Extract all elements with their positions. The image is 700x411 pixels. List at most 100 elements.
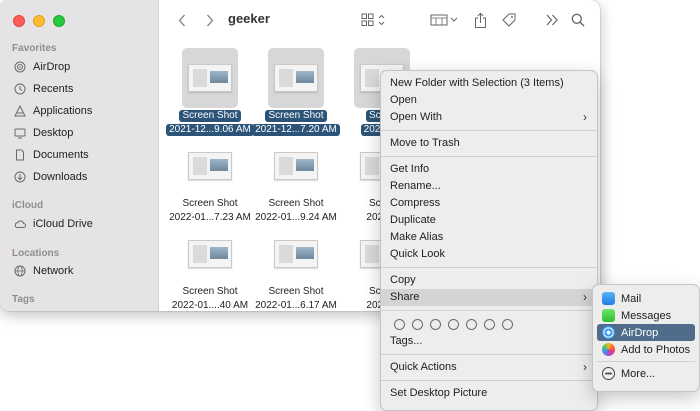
share-item-more[interactable]: More... bbox=[597, 365, 695, 382]
menu-item-duplicate[interactable]: Duplicate bbox=[381, 212, 597, 229]
file-thumbnail bbox=[182, 136, 238, 196]
menu-item-new-folder-with-selection[interactable]: New Folder with Selection (3 Items) bbox=[381, 75, 597, 92]
chevron-right-icon: › bbox=[583, 110, 587, 124]
clock-icon bbox=[14, 83, 26, 95]
file-item[interactable]: Screen Shot 2021-12...7.20 AM bbox=[251, 48, 341, 136]
sidebar-item-label: Applications bbox=[33, 105, 93, 117]
share-toolbar-button[interactable] bbox=[472, 9, 488, 31]
chevron-right-icon bbox=[206, 14, 214, 26]
mail-icon bbox=[602, 292, 615, 305]
sidebar-item-network[interactable]: Network bbox=[14, 261, 73, 281]
sidebar-item-desktop[interactable]: Desktop bbox=[14, 123, 73, 143]
sidebar-item-applications[interactable]: Applications bbox=[14, 101, 92, 121]
menu-item-share[interactable]: Share › bbox=[381, 289, 597, 306]
share-item-messages[interactable]: Messages bbox=[597, 307, 695, 324]
file-item[interactable]: Screen Shot 2022-01...7.23 AM bbox=[165, 136, 255, 224]
share-item-label: Add to Photos bbox=[621, 343, 691, 356]
tag-color-circle-icon[interactable] bbox=[412, 318, 423, 330]
menu-item-open-with[interactable]: Open With › bbox=[381, 109, 597, 126]
file-thumbnail bbox=[268, 224, 324, 284]
menu-item-rename[interactable]: Rename... bbox=[381, 178, 597, 195]
airdrop-icon bbox=[602, 326, 615, 339]
file-thumbnail bbox=[268, 48, 324, 108]
sidebar-item-label: Desktop bbox=[33, 127, 74, 139]
more-toolbar-button[interactable] bbox=[544, 9, 560, 31]
menu-item-move-to-trash[interactable]: Move to Trash bbox=[381, 135, 597, 152]
sidebar-item-label: Recents bbox=[33, 83, 74, 95]
tag-color-circle-icon[interactable] bbox=[466, 318, 477, 330]
tag-color-circle-icon[interactable] bbox=[484, 318, 495, 330]
search-button[interactable] bbox=[570, 9, 586, 31]
zoom-button[interactable] bbox=[53, 15, 65, 27]
sidebar-section-icloud: iCloud bbox=[12, 200, 44, 211]
file-name-line1: Screen Shot bbox=[268, 286, 324, 297]
chevron-left-icon bbox=[178, 14, 186, 26]
menu-item-compress[interactable]: Compress bbox=[381, 195, 597, 212]
context-menu: New Folder with Selection (3 Items) Open… bbox=[380, 70, 598, 411]
file-item[interactable]: Screen Shot 2022-01....40 AM bbox=[165, 224, 255, 311]
sidebar: Favorites AirDrop Recents Applications D… bbox=[0, 0, 159, 311]
menu-item-get-info[interactable]: Get Info bbox=[381, 161, 597, 178]
file-name-line1: Screen Shot bbox=[268, 198, 324, 209]
icon-grid-icon bbox=[361, 13, 385, 26]
search-icon bbox=[571, 13, 585, 27]
minimize-button[interactable] bbox=[33, 15, 45, 27]
share-item-label: Messages bbox=[621, 309, 672, 322]
menu-separator bbox=[381, 156, 597, 157]
sidebar-item-documents[interactable]: Documents bbox=[14, 145, 89, 165]
share-item-add-to-photos[interactable]: Add to Photos bbox=[597, 341, 695, 358]
menu-separator bbox=[381, 310, 597, 311]
menu-item-label: Quick Actions bbox=[390, 361, 457, 373]
back-button[interactable] bbox=[174, 9, 190, 31]
sidebar-section-tags: Tags bbox=[12, 294, 35, 305]
sidebar-item-downloads[interactable]: Downloads bbox=[14, 167, 87, 187]
forward-button[interactable] bbox=[202, 9, 218, 31]
file-thumbnail bbox=[268, 136, 324, 196]
group-button[interactable] bbox=[430, 9, 460, 31]
menu-item-label: Open With bbox=[390, 111, 442, 123]
file-name-line2: 2022-01...9.24 AM bbox=[255, 212, 337, 223]
share-item-mail[interactable]: Mail bbox=[597, 290, 695, 307]
file-item[interactable]: Screen Shot 2022-01...6.17 AM bbox=[251, 224, 341, 311]
share-item-label: AirDrop bbox=[621, 326, 659, 339]
file-name-line1: Screen Shot bbox=[182, 198, 238, 209]
file-name-line2: 2021-12...7.20 AM bbox=[252, 124, 340, 136]
group-icon bbox=[430, 14, 458, 26]
tag-color-circle-icon[interactable] bbox=[448, 318, 459, 330]
menu-item-set-desktop-picture[interactable]: Set Desktop Picture bbox=[381, 385, 597, 402]
menu-item-quick-look[interactable]: Quick Look bbox=[381, 246, 597, 263]
file-item[interactable]: Screen Shot 2022-01...9.24 AM bbox=[251, 136, 341, 224]
share-item-label: Mail bbox=[621, 292, 642, 305]
sidebar-item-label: iCloud Drive bbox=[33, 218, 93, 230]
window-title: geeker bbox=[228, 11, 270, 26]
tag-color-circle-icon[interactable] bbox=[394, 318, 405, 330]
share-item-airdrop[interactable]: AirDrop bbox=[597, 324, 695, 341]
file-name-line2: 2022-01....40 AM bbox=[171, 300, 249, 311]
download-icon bbox=[14, 171, 26, 183]
share-item-label: More... bbox=[621, 367, 656, 380]
view-mode-button[interactable] bbox=[360, 9, 388, 31]
sidebar-section-favorites: Favorites bbox=[12, 43, 57, 54]
menu-item-open[interactable]: Open bbox=[381, 92, 597, 109]
tag-color-circle-icon[interactable] bbox=[430, 318, 441, 330]
menu-item-make-alias[interactable]: Make Alias bbox=[381, 229, 597, 246]
sidebar-item-icloud-drive[interactable]: iCloud Drive bbox=[14, 214, 93, 234]
window-controls bbox=[13, 15, 65, 27]
file-name-line2: 2021-12...9.06 AM bbox=[166, 124, 254, 136]
sidebar-section-locations: Locations bbox=[12, 248, 60, 259]
menu-item-quick-actions[interactable]: Quick Actions › bbox=[381, 359, 597, 376]
sidebar-item-recents[interactable]: Recents bbox=[14, 79, 73, 99]
tag-color-circle-icon[interactable] bbox=[502, 318, 513, 330]
file-item[interactable]: Screen Shot 2021-12...9.06 AM bbox=[165, 48, 255, 136]
sidebar-item-airdrop[interactable]: AirDrop bbox=[14, 57, 70, 77]
file-name-line1: Screen Shot bbox=[179, 110, 241, 122]
toolbar: geeker bbox=[160, 0, 600, 40]
airdrop-icon bbox=[14, 61, 26, 73]
globe-icon bbox=[14, 265, 26, 277]
menu-item-copy[interactable]: Copy bbox=[381, 272, 597, 289]
menu-separator bbox=[381, 380, 597, 381]
tag-toolbar-button[interactable] bbox=[500, 9, 518, 31]
menu-item-tags[interactable]: Tags... bbox=[381, 333, 597, 350]
file-name-line2: 2022-01...6.17 AM bbox=[255, 300, 337, 311]
close-button[interactable] bbox=[13, 15, 25, 27]
